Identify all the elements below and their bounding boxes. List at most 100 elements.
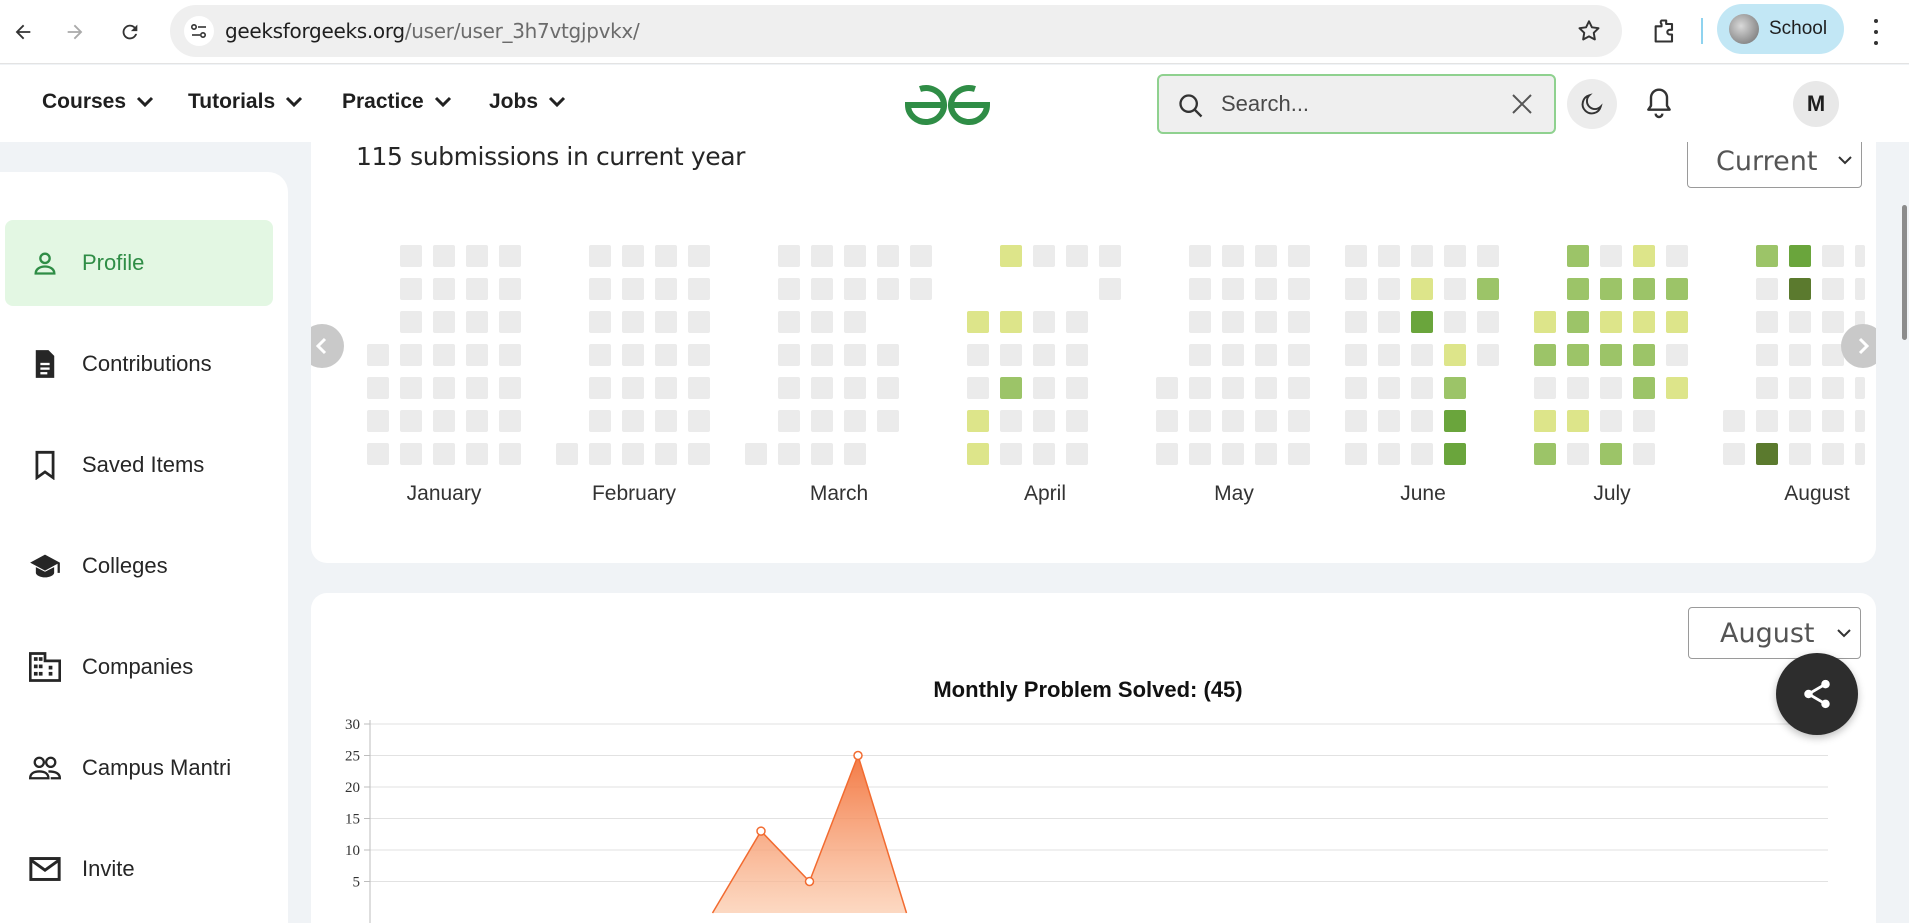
heatmap-cell[interactable] — [844, 344, 866, 366]
heatmap-cell[interactable] — [1477, 245, 1499, 267]
heatmap-cell[interactable] — [1099, 278, 1121, 300]
heatmap-cell[interactable] — [1789, 344, 1811, 366]
heatmap-cell[interactable] — [1633, 410, 1655, 432]
heatmap-cell[interactable] — [844, 377, 866, 399]
heatmap-cell[interactable] — [811, 278, 833, 300]
heatmap-cell[interactable] — [1444, 443, 1466, 465]
heatmap-cell[interactable] — [655, 443, 677, 465]
heatmap-cell[interactable] — [1288, 311, 1310, 333]
heatmap-cell[interactable] — [1444, 377, 1466, 399]
sidebar-item-saved-items[interactable]: Saved Items — [5, 422, 273, 508]
heatmap-cell[interactable] — [811, 410, 833, 432]
heatmap-cell[interactable] — [655, 344, 677, 366]
heatmap-cell[interactable] — [1666, 311, 1688, 333]
heatmap-cell[interactable] — [1756, 278, 1778, 300]
heatmap-cell[interactable] — [1789, 311, 1811, 333]
heatmap-cell[interactable] — [1477, 311, 1499, 333]
menu-courses[interactable]: Courses — [42, 90, 154, 114]
heatmap-cell[interactable] — [589, 443, 611, 465]
heatmap-cell[interactable] — [811, 443, 833, 465]
heatmap-cell[interactable] — [1345, 245, 1367, 267]
heatmap-cell[interactable] — [877, 245, 899, 267]
heatmap-cell[interactable] — [1066, 443, 1088, 465]
heatmap-cell[interactable] — [1345, 344, 1367, 366]
heatmap-cell[interactable] — [877, 410, 899, 432]
heatmap-cell[interactable] — [433, 278, 455, 300]
heatmap-cell[interactable] — [1822, 311, 1844, 333]
heatmap-cell[interactable] — [1033, 377, 1055, 399]
heatmap-cell[interactable] — [745, 443, 767, 465]
heatmap-cell[interactable] — [1000, 311, 1022, 333]
heatmap-cell[interactable] — [1033, 410, 1055, 432]
extensions-icon[interactable] — [1646, 12, 1684, 50]
heatmap-cell[interactable] — [1534, 410, 1556, 432]
heatmap-cell[interactable] — [778, 410, 800, 432]
heatmap-cell[interactable] — [1066, 410, 1088, 432]
heatmap-cell[interactable] — [1723, 410, 1745, 432]
heatmap-cell[interactable] — [1378, 311, 1400, 333]
heatmap-cell[interactable] — [1600, 377, 1622, 399]
heatmap-cell[interactable] — [1033, 311, 1055, 333]
heatmap-cell[interactable] — [778, 278, 800, 300]
heatmap-cell[interactable] — [688, 311, 710, 333]
heatmap-cell[interactable] — [433, 245, 455, 267]
heatmap-cell[interactable] — [1099, 245, 1121, 267]
heatmap-cell[interactable] — [1378, 443, 1400, 465]
menu-practice[interactable]: Practice — [342, 90, 452, 114]
heatmap-cell[interactable] — [556, 443, 578, 465]
heatmap-cell[interactable] — [1633, 245, 1655, 267]
heatmap-cell[interactable] — [1222, 410, 1244, 432]
heatmap-cell[interactable] — [1378, 278, 1400, 300]
heatmap-cell[interactable] — [811, 245, 833, 267]
heatmap-cell[interactable] — [1756, 443, 1778, 465]
heatmap-cell[interactable] — [655, 311, 677, 333]
heatmap-cell[interactable] — [1222, 278, 1244, 300]
heatmap-cell[interactable] — [1855, 377, 1865, 399]
heatmap-cell[interactable] — [589, 344, 611, 366]
heatmap-cell[interactable] — [466, 278, 488, 300]
heatmap-cell[interactable] — [1567, 311, 1589, 333]
heatmap-cell[interactable] — [1066, 344, 1088, 366]
heatmap-cell[interactable] — [778, 245, 800, 267]
year-select[interactable]: Current — [1687, 142, 1862, 188]
heatmap-cell[interactable] — [1288, 278, 1310, 300]
heatmap-cell[interactable] — [1156, 443, 1178, 465]
heatmap-cell[interactable] — [499, 344, 521, 366]
heatmap-cell[interactable] — [499, 278, 521, 300]
heatmap-cell[interactable] — [400, 278, 422, 300]
heatmap-cell[interactable] — [1444, 344, 1466, 366]
heatmap-cell[interactable] — [655, 410, 677, 432]
heatmap-cell[interactable] — [655, 245, 677, 267]
heatmap-cell[interactable] — [1567, 278, 1589, 300]
heatmap-cell[interactable] — [1666, 377, 1688, 399]
heatmap-cell[interactable] — [466, 344, 488, 366]
heatmap-cell[interactable] — [622, 410, 644, 432]
heatmap-cell[interactable] — [688, 410, 710, 432]
heatmap-cell[interactable] — [1189, 377, 1211, 399]
heatmap-cell[interactable] — [1000, 245, 1022, 267]
heatmap-cell[interactable] — [1222, 311, 1244, 333]
heatmap-cell[interactable] — [967, 377, 989, 399]
heatmap-cell[interactable] — [400, 377, 422, 399]
heatmap-cell[interactable] — [1000, 377, 1022, 399]
gfg-logo[interactable] — [900, 79, 995, 134]
heatmap-cell[interactable] — [400, 311, 422, 333]
dark-mode-toggle[interactable] — [1567, 79, 1617, 129]
heatmap-cell[interactable] — [1534, 377, 1556, 399]
heatmap-cell[interactable] — [499, 410, 521, 432]
heatmap-cell[interactable] — [466, 377, 488, 399]
heatmap-cell[interactable] — [688, 245, 710, 267]
heatmap-cell[interactable] — [778, 377, 800, 399]
heatmap-cell[interactable] — [688, 344, 710, 366]
heatmap-cell[interactable] — [877, 377, 899, 399]
address-bar[interactable]: geeksforgeeks.org/user/user_3h7vtgjpvkx/ — [170, 5, 1622, 57]
heatmap-cell[interactable] — [1189, 344, 1211, 366]
heatmap-cell[interactable] — [844, 245, 866, 267]
heatmap-cell[interactable] — [844, 278, 866, 300]
heatmap-cell[interactable] — [967, 344, 989, 366]
heatmap-cell[interactable] — [589, 278, 611, 300]
heatmap-cell[interactable] — [1288, 245, 1310, 267]
heatmap-cell[interactable] — [778, 443, 800, 465]
heatmap-cell[interactable] — [1444, 410, 1466, 432]
heatmap-cell[interactable] — [589, 410, 611, 432]
